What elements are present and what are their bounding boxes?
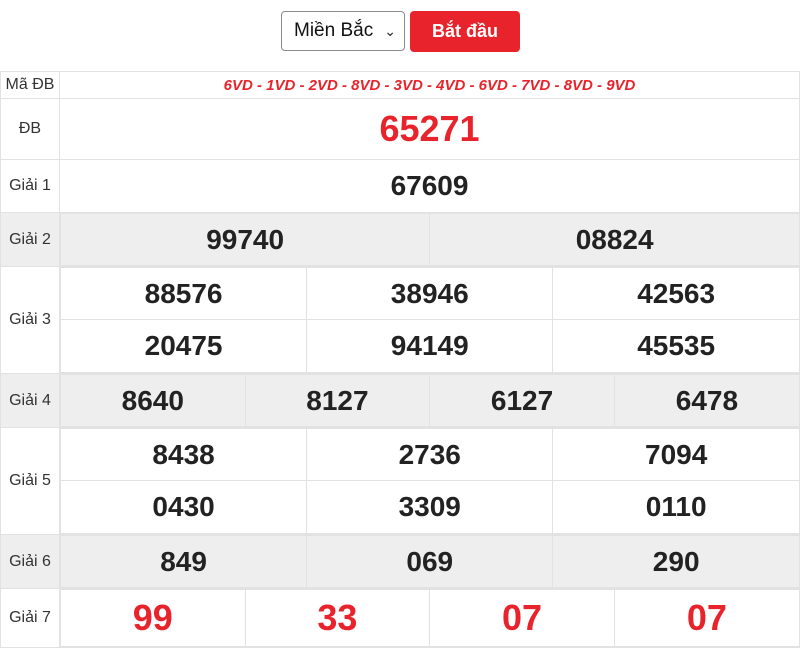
prize-g3-1: 88576 xyxy=(144,277,223,309)
prize-g5-1: 8438 xyxy=(152,438,215,470)
row-g4: Giải 4 8640 8127 6127 6478 xyxy=(0,373,800,428)
label-db: ĐB xyxy=(0,98,60,160)
g7-grid: 99 33 07 07 xyxy=(60,589,799,647)
row-g3: Giải 3 88576 38946 42563 20475 94149 455… xyxy=(0,266,800,374)
label-g6: Giải 6 xyxy=(0,534,60,589)
label-g5: Giải 5 xyxy=(0,427,60,535)
prize-g4-1: 8640 xyxy=(121,384,184,416)
prize-g5-6: 0110 xyxy=(645,491,707,522)
row-ma-db: Mã ĐB 6VD - 1VD - 2VD - 8VD - 3VD - 4VD … xyxy=(0,71,800,99)
label-g3: Giải 3 xyxy=(0,266,60,374)
g2-grid: 99740 08824 xyxy=(60,213,799,266)
prize-g5-5: 3309 xyxy=(398,491,461,522)
prize-g7-1: 99 xyxy=(132,597,173,638)
prize-g7-3: 07 xyxy=(502,597,543,638)
prize-g3-4: 20475 xyxy=(144,330,223,361)
row-g7: Giải 7 99 33 07 07 xyxy=(0,588,800,648)
chevron-down-icon: ⌄ xyxy=(384,23,396,39)
prize-g2-2: 08824 xyxy=(575,223,654,255)
prize-g3-3: 42563 xyxy=(637,277,716,309)
prize-g6-2: 069 xyxy=(406,545,454,577)
prize-g5-2: 2736 xyxy=(398,438,461,470)
prize-g6-1: 849 xyxy=(160,545,207,577)
prize-g1: 67609 xyxy=(390,170,469,201)
row-g2: Giải 2 99740 08824 xyxy=(0,212,800,267)
region-select[interactable]: Miền Bắc ⌄ xyxy=(281,11,405,51)
prize-g5-4: 0430 xyxy=(152,491,215,522)
prize-g3-2: 38946 xyxy=(390,277,469,309)
start-button[interactable]: Bắt đầu xyxy=(410,11,520,52)
prize-g6-3: 290 xyxy=(652,545,700,577)
g4-grid: 8640 8127 6127 6478 xyxy=(60,374,799,427)
prize-g3-5: 94149 xyxy=(390,330,469,361)
ma-db-codes: 6VD - 1VD - 2VD - 8VD - 3VD - 4VD - 6VD … xyxy=(59,71,800,99)
label-ma-db: Mã ĐB xyxy=(0,71,60,99)
g5-grid: 8438 2736 7094 0430 3309 0110 xyxy=(60,428,799,534)
prize-g3-6: 45535 xyxy=(637,330,716,361)
label-g7: Giải 7 xyxy=(0,588,60,648)
row-g5: Giải 5 8438 2736 7094 0430 3309 0110 xyxy=(0,427,800,535)
prize-db: 65271 xyxy=(379,108,480,149)
region-select-value: Miền Bắc xyxy=(294,20,374,41)
prize-g7-2: 33 xyxy=(317,597,358,638)
row-g6: Giải 6 849 069 290 xyxy=(0,534,800,589)
toolbar: Miền Bắc ⌄ Bắt đầu xyxy=(0,0,800,66)
prize-g4-4: 6478 xyxy=(675,384,739,416)
prize-g4-3: 6127 xyxy=(490,384,554,416)
label-g1: Giải 1 xyxy=(0,159,60,213)
row-db: ĐB 65271 xyxy=(0,98,800,160)
row-g1: Giải 1 67609 xyxy=(0,159,800,213)
g6-grid: 849 069 290 xyxy=(60,535,799,588)
g3-grid: 88576 38946 42563 20475 94149 45535 xyxy=(60,267,799,373)
prize-g2-1: 99740 xyxy=(206,223,285,255)
prize-g7-4: 07 xyxy=(686,597,727,638)
label-g2: Giải 2 xyxy=(0,212,60,267)
prize-g4-2: 8127 xyxy=(306,384,369,416)
label-g4: Giải 4 xyxy=(0,373,60,428)
results-table: Mã ĐB 6VD - 1VD - 2VD - 8VD - 3VD - 4VD … xyxy=(0,71,800,648)
prize-g5-3: 7094 xyxy=(645,438,708,470)
